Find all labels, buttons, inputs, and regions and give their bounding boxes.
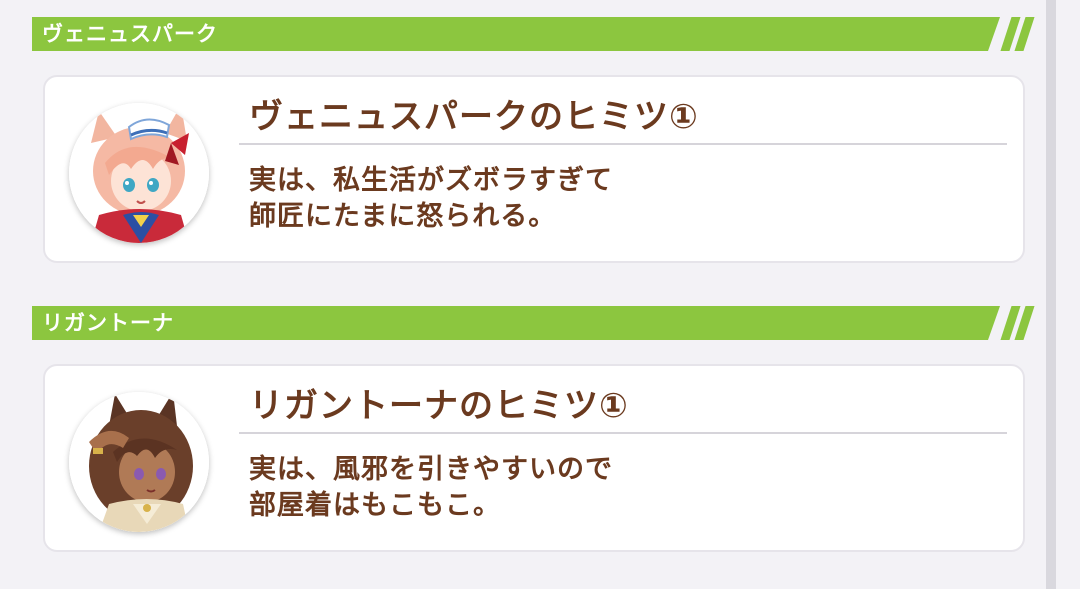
secret-card: ヴェニュスパークのヒミツ① 実は、私生活がズボラすぎて 師匠にたまに怒られる。 [43,75,1025,263]
secret-description: 実は、私生活がズボラすぎて 師匠にたまに怒られる。 [249,163,613,235]
section-venus-park: ヴェニュスパーク ヴェニュスパークのヒミツ① 実は、私生活がズボラすぎて 師匠に… [32,17,1035,263]
secret-card: リガントーナのヒミツ① 実は、風邪を引きやすいので 部屋着はもこもこ。 [43,364,1025,552]
title-divider [239,143,1007,145]
description-line: 部屋着はもこもこ。 [249,490,501,521]
description-line: 師匠にたまに怒られる。 [249,201,557,232]
section-rigantona: リガントーナ リガントーナのヒミツ① 実は、風邪を引きやすいので 部屋着はもこも… [32,306,1035,552]
title-divider [239,432,1007,434]
secret-title: リガントーナのヒミツ① [249,386,629,426]
scrollbar-track[interactable] [1046,0,1056,589]
character-avatar-venus-park [69,103,209,243]
section-header: リガントーナ [32,306,1035,340]
description-line: 実は、風邪を引きやすいので [249,454,613,485]
secret-title: ヴェニュスパークのヒミツ① [249,97,699,137]
section-header-title: リガントーナ [42,311,174,335]
header-bar-background [32,306,1000,340]
character-avatar-rigantona [69,392,209,532]
section-header: ヴェニュスパーク [32,17,1035,51]
section-header-title: ヴェニュスパーク [42,22,218,46]
secret-description: 実は、風邪を引きやすいので 部屋着はもこもこ。 [249,452,613,524]
description-line: 実は、私生活がズボラすぎて [249,165,613,196]
